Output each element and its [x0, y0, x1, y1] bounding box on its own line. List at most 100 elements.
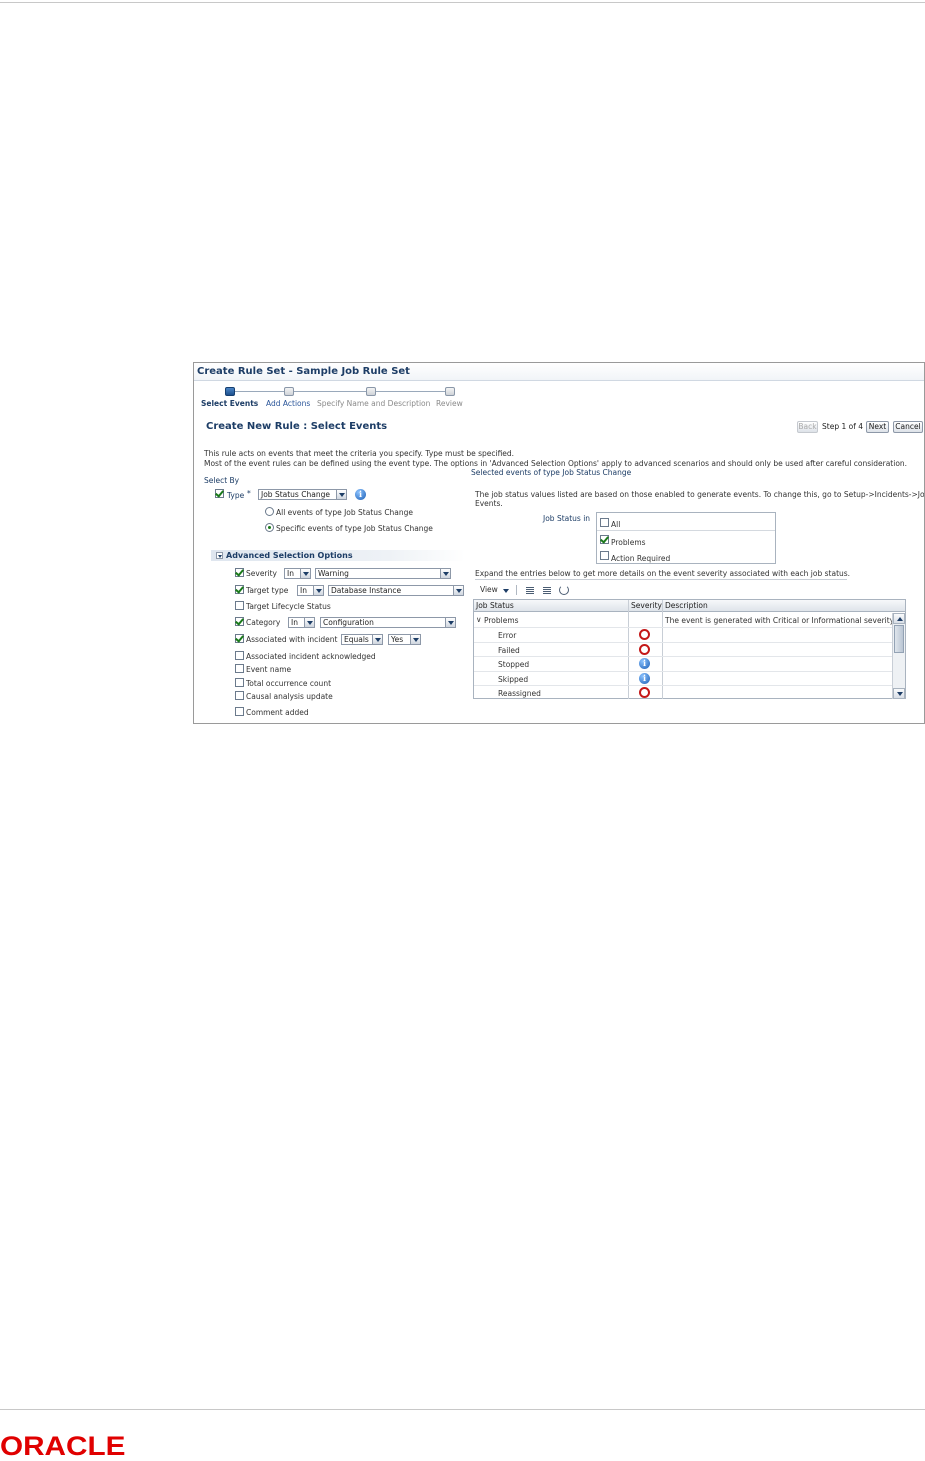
associated-incident-label: Associated with incident: [246, 635, 338, 644]
causal-checkbox[interactable]: [235, 691, 244, 700]
expand-row-icon[interactable]: ∨: [476, 615, 482, 624]
chevron-down-icon: [300, 569, 310, 578]
scroll-thumb[interactable]: [894, 625, 904, 653]
train-label-specify-name: Specify Name and Description: [317, 399, 431, 408]
hint-divider: [475, 579, 847, 580]
chevron-down-icon: [313, 586, 323, 595]
chevron-down-icon: [410, 635, 420, 644]
chevron-down-icon: [372, 635, 382, 644]
event-name-label: Event name: [246, 665, 292, 674]
view-label: View: [480, 585, 498, 594]
train-step-add-actions[interactable]: [284, 387, 294, 396]
associated-incident-op-value: Equals: [344, 635, 369, 644]
chevron-down-icon: [304, 618, 314, 627]
status-all-label: All: [611, 520, 621, 529]
table-row[interactable]: Error: [474, 628, 892, 643]
type-select[interactable]: Job Status Change: [258, 489, 347, 500]
scroll-down-button[interactable]: [893, 688, 905, 699]
type-checkbox[interactable]: [215, 489, 224, 498]
type-select-value: Job Status Change: [261, 490, 330, 499]
comment-label: Comment added: [246, 708, 309, 717]
collapse-icon[interactable]: [216, 552, 223, 559]
table-row[interactable]: ∨ Problems The event is generated with C…: [474, 613, 896, 628]
table-row[interactable]: Stopped i: [474, 657, 892, 672]
category-label: Category: [246, 618, 281, 627]
target-type-value-select[interactable]: Database Instance: [328, 585, 464, 596]
informational-icon: i: [639, 672, 650, 684]
table-row[interactable]: Reassigned: [474, 686, 892, 701]
chevron-up-icon: [897, 617, 903, 621]
row-status: Problems: [484, 616, 519, 625]
status-all-checkbox[interactable]: [600, 518, 609, 527]
collapse-all-icon[interactable]: [542, 586, 552, 595]
total-count-checkbox[interactable]: [235, 678, 244, 687]
step-indicator: Step 1 of 4: [822, 422, 864, 431]
cancel-button[interactable]: Cancel: [893, 421, 923, 433]
row-status: Stopped: [498, 660, 530, 669]
job-status-note-2: Events.: [475, 499, 503, 508]
chevron-down-icon: [440, 569, 450, 578]
total-count-label: Total occurrence count: [246, 679, 332, 688]
row-description: The event is generated with Critical or …: [665, 616, 896, 625]
comment-checkbox[interactable]: [235, 707, 244, 716]
oracle-logo: ORACLE: [0, 1431, 126, 1461]
status-problems-checkbox[interactable]: [600, 535, 609, 544]
status-action-required-checkbox[interactable]: [600, 551, 609, 560]
associated-incident-checkbox[interactable]: [235, 634, 244, 643]
back-button[interactable]: Back: [797, 421, 818, 433]
category-op-value: In: [291, 618, 298, 627]
info-icon[interactable]: i: [355, 489, 366, 500]
view-menu[interactable]: View: [475, 584, 513, 596]
job-status-listbox: All Problems Action Required: [596, 512, 776, 564]
row-status: Error: [498, 631, 517, 640]
radio-specific-events[interactable]: [265, 523, 274, 532]
severity-checkbox[interactable]: [235, 568, 244, 577]
caret-down-icon: [503, 589, 509, 593]
category-checkbox[interactable]: [235, 617, 244, 626]
target-type-op-select[interactable]: In: [297, 585, 324, 596]
col-severity[interactable]: Severity: [631, 601, 662, 610]
radio-specific-events-label: Specific events of type Job Status Chang…: [276, 524, 433, 533]
job-status-note-1: The job status values listed are based o…: [475, 490, 925, 499]
col-job-status[interactable]: Job Status: [476, 601, 514, 610]
job-status-table: Job Status Severity Description ∨ Proble…: [473, 599, 906, 699]
incident-ack-label: Associated incident acknowledged: [246, 652, 376, 661]
scroll-up-button[interactable]: [893, 613, 905, 624]
incident-ack-checkbox[interactable]: [235, 651, 244, 660]
table-scrollbar[interactable]: [892, 613, 905, 699]
severity-value-select[interactable]: Warning: [315, 568, 451, 579]
expand-hint: Expand the entries below to get more det…: [475, 569, 851, 578]
page-bottom-rule: [0, 1409, 925, 1410]
page-top-rule: [0, 2, 925, 3]
col-description[interactable]: Description: [665, 601, 708, 610]
row-status: Reassigned: [498, 689, 541, 698]
severity-op-select[interactable]: In: [284, 568, 311, 579]
chevron-down-icon: [453, 586, 463, 595]
expand-all-icon[interactable]: [525, 586, 535, 595]
table-row[interactable]: Skipped i: [474, 672, 892, 686]
train-step-review: [445, 387, 455, 396]
associated-incident-value-select[interactable]: Yes: [388, 634, 421, 645]
train-label-select-events[interactable]: Select Events: [201, 399, 258, 408]
radio-all-events[interactable]: [265, 507, 274, 516]
category-op-select[interactable]: In: [288, 617, 315, 628]
advanced-options-header[interactable]: Advanced Selection Options: [211, 550, 465, 561]
target-lifecycle-checkbox[interactable]: [235, 601, 244, 610]
target-type-checkbox[interactable]: [235, 585, 244, 594]
intro-text-1: This rule acts on events that meet the c…: [204, 449, 515, 458]
next-button[interactable]: Next: [866, 421, 889, 433]
critical-icon: [639, 687, 650, 698]
event-name-checkbox[interactable]: [235, 664, 244, 673]
category-value-select[interactable]: Configuration: [320, 617, 456, 628]
train-label-add-actions[interactable]: Add Actions: [266, 399, 310, 408]
table-row[interactable]: Failed: [474, 643, 892, 657]
causal-label: Causal analysis update: [246, 692, 333, 701]
associated-incident-op-select[interactable]: Equals: [341, 634, 383, 645]
row-status: Skipped: [498, 674, 529, 684]
refresh-icon[interactable]: [559, 585, 569, 595]
row-status: Failed: [498, 645, 520, 655]
intro-text-2: Most of the event rules can be defined u…: [204, 459, 908, 468]
window-title: Create Rule Set - Sample Job Rule Set: [197, 366, 410, 377]
target-type-value: Database Instance: [331, 586, 402, 595]
train-step-select-events[interactable]: [225, 387, 235, 396]
